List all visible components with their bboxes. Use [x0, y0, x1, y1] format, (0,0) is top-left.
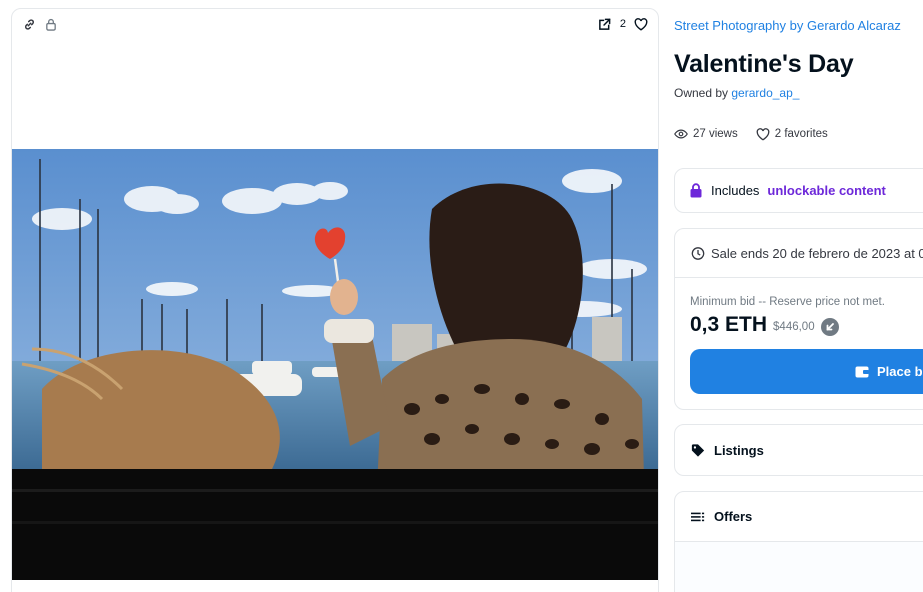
views-stat: 27 views [674, 127, 738, 141]
offers-panel-header[interactable]: Offers [675, 492, 923, 542]
sale-end-header: Sale ends 20 de febrero de 2023 at 0 [675, 229, 923, 278]
list-icon [691, 510, 705, 524]
unlockable-content-box[interactable]: Includes unlockable content [674, 168, 923, 213]
heart-icon [756, 127, 770, 141]
collection-link[interactable]: Street Photography by Gerardo Alcaraz [674, 18, 901, 33]
offers-label: Offers [714, 509, 753, 524]
favorite-count: 2 [619, 18, 626, 30]
media-toolbar: 2 [12, 9, 658, 41]
current-price: 0,3 ETH [690, 313, 768, 336]
favorites-count: 2 favorites [774, 128, 828, 140]
minimum-bid-label: Minimum bid -- Reserve price not met. [690, 296, 885, 308]
lock-icon [689, 183, 703, 198]
views-count: 27 views [693, 128, 738, 140]
link-icon[interactable] [22, 17, 36, 31]
owner-link[interactable]: gerardo_ap_ [731, 86, 799, 100]
listings-label: Listings [714, 442, 764, 458]
listings-panel-header[interactable]: Listings [674, 424, 923, 476]
offers-body [675, 542, 923, 592]
owned-by: Owned by gerardo_ap_ [674, 86, 799, 100]
fiat-price: $446,00 [773, 321, 815, 333]
unlockable-prefix: Includes [711, 183, 760, 198]
tag-icon [691, 443, 705, 457]
unlockable-link[interactable]: unlockable content [767, 183, 885, 198]
nft-image[interactable] [12, 149, 658, 580]
media-card: 2 [11, 8, 659, 592]
item-stats: 27 views 2 favorites [674, 127, 828, 141]
place-bid-label: Place b [877, 364, 923, 379]
price-arrow-icon [820, 317, 839, 336]
favorites-stat[interactable]: 2 favorites [756, 127, 828, 141]
price-row: 0,3 ETH $446,00 [690, 313, 839, 337]
sale-box: Sale ends 20 de febrero de 2023 at 0 Min… [674, 228, 923, 410]
clock-icon [691, 246, 705, 260]
offers-panel: Offers [674, 491, 923, 592]
item-title: Valentine's Day [674, 50, 854, 78]
heart-icon[interactable] [634, 17, 648, 31]
owned-by-label: Owned by [674, 86, 729, 100]
eye-icon [674, 127, 688, 141]
lock-icon [44, 17, 58, 31]
wallet-icon [855, 365, 869, 379]
external-link-icon[interactable] [598, 17, 612, 31]
place-bid-button[interactable]: Place b [690, 349, 923, 394]
sale-ends-text: Sale ends 20 de febrero de 2023 at 0 [711, 245, 923, 261]
